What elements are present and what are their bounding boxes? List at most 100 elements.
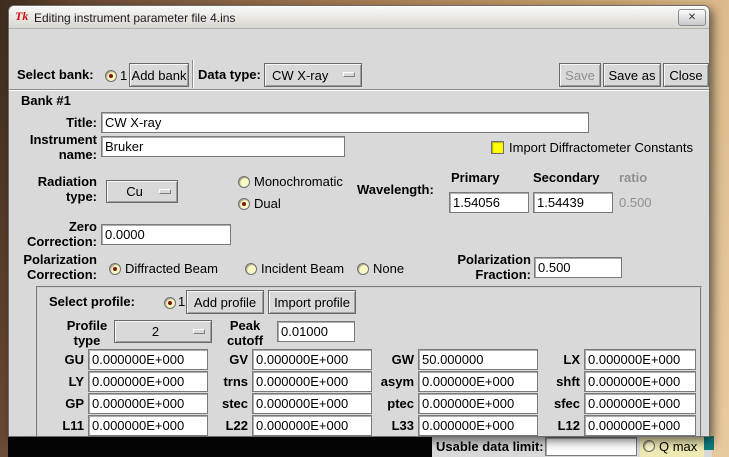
teal-chip <box>704 436 714 450</box>
polarization-fraction-input[interactable] <box>534 257 622 278</box>
instrument-name-label: Instrument name: <box>29 132 97 162</box>
param-input-GU[interactable] <box>88 349 208 370</box>
qmax-radio[interactable] <box>643 440 655 452</box>
param-input-trns[interactable] <box>252 371 372 392</box>
select-profile-label: Select profile: <box>49 294 135 309</box>
titlebar[interactable]: Tk Editing instrument parameter file 4.i… <box>9 6 709 29</box>
save-button[interactable]: Save <box>559 63 601 87</box>
wavelength-label: Wavelength: <box>357 182 434 197</box>
toolbar-bottom-separator <box>9 89 709 91</box>
primary-header: Primary <box>451 170 500 185</box>
data-type-value: CW X-ray <box>272 67 329 83</box>
radiation-type-value: Cu <box>126 184 143 199</box>
param-input-GW[interactable] <box>418 349 538 370</box>
dialog-window: Tk Editing instrument parameter file 4.i… <box>8 5 710 437</box>
bank-header: Bank #1 <box>21 93 71 108</box>
background-window-fragment: Usable data limit: Q max <box>432 436 714 457</box>
instrument-name-input[interactable] <box>101 136 345 157</box>
radiation-type-optionmenu[interactable]: Cu <box>106 180 178 203</box>
incident-beam-radio[interactable] <box>245 263 257 275</box>
param-input-stec[interactable] <box>252 393 372 414</box>
param-input-L12[interactable] <box>584 415 696 436</box>
window-title: Editing instrument parameter file 4.ins <box>34 11 236 25</box>
profile-params-grid: GU GV GW LX LY trns asym shft <box>46 349 696 436</box>
param-input-ptec[interactable] <box>418 393 538 414</box>
add-profile-button[interactable]: Add profile <box>186 290 264 314</box>
monochromatic-radio[interactable] <box>238 176 250 188</box>
usable-data-limit-input[interactable] <box>545 437 637 456</box>
bank-1-radio-label: 1 <box>120 68 128 83</box>
close-button[interactable]: Close <box>663 63 709 87</box>
param-label-shft: shft <box>556 374 580 389</box>
param-label-GV: GV <box>229 352 248 367</box>
bank-1-radio[interactable] <box>105 70 117 82</box>
optionmenu-indicator-icon <box>159 188 171 194</box>
param-input-L11[interactable] <box>88 415 208 436</box>
param-input-L22[interactable] <box>252 415 372 436</box>
select-bank-label: Select bank: <box>17 67 94 82</box>
profile-1-radio[interactable] <box>164 297 176 309</box>
ratio-header: ratio <box>619 170 648 185</box>
param-label-L33: L33 <box>391 418 414 433</box>
param-input-LY[interactable] <box>88 371 208 392</box>
param-label-GW: GW <box>391 352 414 367</box>
primary-wavelength-input[interactable] <box>449 192 529 213</box>
param-label-GP: GP <box>65 396 84 411</box>
param-label-asym: asym <box>380 374 414 389</box>
profile-1-radio-label: 1 <box>178 294 186 309</box>
param-label-L22: L22 <box>225 418 248 433</box>
param-input-GV[interactable] <box>252 349 372 370</box>
qmax-area: Q max <box>640 436 704 457</box>
none-radio[interactable] <box>357 263 369 275</box>
param-input-GP[interactable] <box>88 393 208 414</box>
add-bank-button[interactable]: Add bank <box>129 63 189 87</box>
dual-label: Dual <box>254 196 281 211</box>
dual-radio[interactable] <box>238 198 250 210</box>
param-label-sfec: sfec <box>553 396 580 411</box>
background-black-strip <box>8 436 432 457</box>
param-label-LY: LY <box>68 374 84 389</box>
peak-cutoff-label: Peak cutoff <box>226 318 264 348</box>
zero-correction-label: Zero Correction: <box>26 219 97 249</box>
diffracted-beam-radio[interactable] <box>109 263 121 275</box>
dialog-content: Select bank: 1 Add bank Data type: CW X-… <box>9 29 709 436</box>
radiation-type-label: Radiation type: <box>37 174 97 204</box>
secondary-header: Secondary <box>533 170 600 185</box>
zero-correction-input[interactable] <box>101 224 231 245</box>
tk-app-icon: Tk <box>15 9 29 23</box>
qmax-label: Q max <box>659 439 698 454</box>
optionmenu-indicator-icon <box>343 72 355 77</box>
import-constants-checkbox[interactable] <box>491 141 504 154</box>
title-input[interactable] <box>101 112 589 133</box>
window-close-button[interactable]: ✕ <box>678 9 706 26</box>
param-input-asym[interactable] <box>418 371 538 392</box>
param-input-L33[interactable] <box>418 415 538 436</box>
incident-beam-label: Incident Beam <box>261 261 345 276</box>
param-input-sfec[interactable] <box>584 393 696 414</box>
usable-data-limit-label: Usable data limit: <box>436 439 544 454</box>
secondary-wavelength-input[interactable] <box>533 192 613 213</box>
param-input-LX[interactable] <box>584 349 696 370</box>
peak-cutoff-input[interactable] <box>277 321 355 342</box>
toolbar-separator <box>192 60 194 88</box>
param-label-LX: LX <box>563 352 580 367</box>
diffracted-beam-label: Diffracted Beam <box>125 261 218 276</box>
ratio-value: 0.500 <box>619 195 652 210</box>
param-label-ptec: ptec <box>387 396 414 411</box>
param-label-L12: L12 <box>557 418 580 433</box>
param-input-shft[interactable] <box>584 371 696 392</box>
import-profile-button[interactable]: Import profile <box>268 290 356 314</box>
profile-type-label: Profile type <box>66 318 108 348</box>
profile-frame: Select profile: 1 Add profile Import pro… <box>36 286 702 436</box>
param-label-trns: trns <box>223 374 248 389</box>
data-type-label: Data type: <box>198 67 261 82</box>
none-label: None <box>373 261 405 276</box>
desktop: Usable data limit: Q max Tk Editing inst… <box>0 0 729 457</box>
data-type-optionmenu[interactable]: CW X-ray <box>264 63 362 87</box>
title-label: Title: <box>66 115 97 130</box>
profile-type-value: 2 <box>151 324 160 339</box>
profile-type-optionmenu[interactable]: 2 <box>114 320 212 343</box>
save-as-button[interactable]: Save as <box>603 63 661 87</box>
polarization-correction-label: Polarization Correction: <box>23 252 97 282</box>
close-icon: ✕ <box>687 12 697 23</box>
